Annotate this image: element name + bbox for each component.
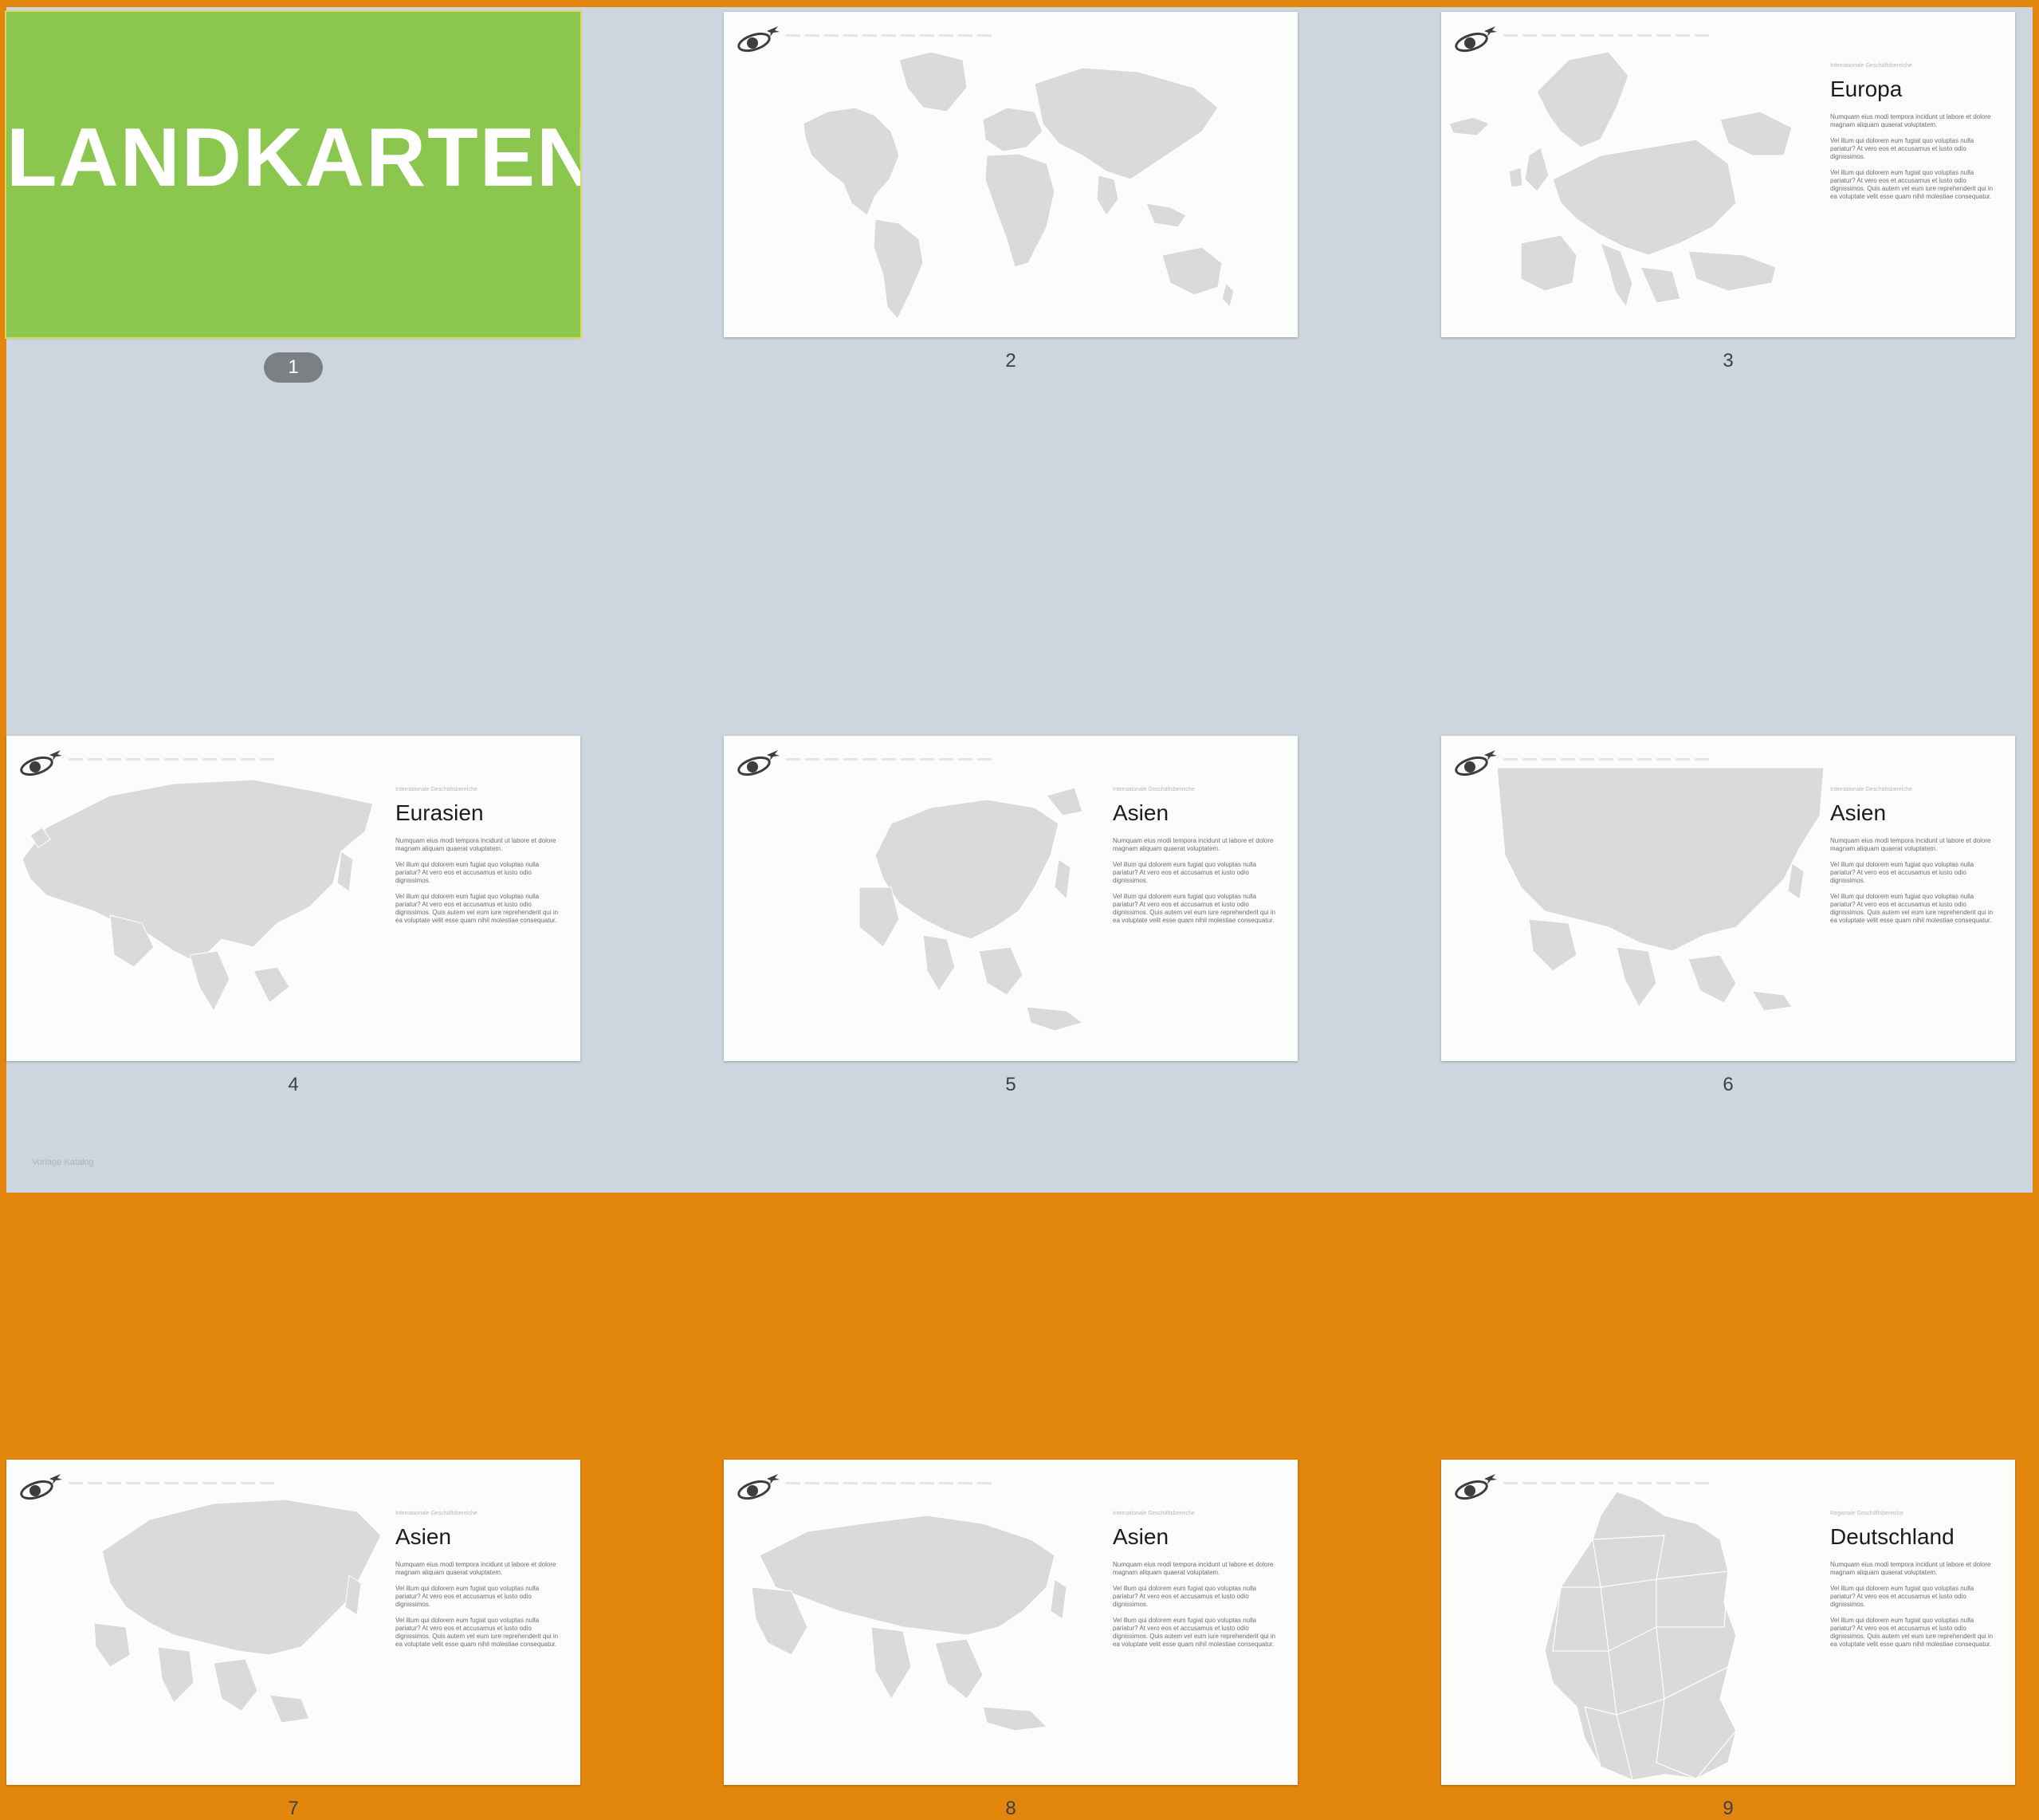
slide-text-block: Internationale Geschäftsbereiche Eurasie… — [395, 787, 559, 925]
slide-9[interactable]: Regionale Geschäftsbereiche Deutschland … — [1441, 1460, 2015, 1785]
slide-paragraph: Vel illum qui dolorem eum fugiat quo vol… — [395, 1617, 559, 1648]
eurasia-map — [14, 764, 389, 1027]
slide-thumbnail-4[interactable]: Internationale Geschäftsbereiche Eurasie… — [6, 736, 580, 1095]
slide-paragraph: Vel illum qui dolorem eum fugiat quo vol… — [1830, 893, 1994, 924]
slide-heading: Asien — [1113, 1524, 1169, 1549]
slide-6[interactable]: Internationale Geschäftsbereiche Asien N… — [1441, 736, 2015, 1061]
slide-number-7: 7 — [288, 1798, 299, 1819]
slide-kicker: Regionale Geschäftsbereiche — [1830, 1511, 1903, 1516]
asia-map-russia — [86, 1488, 389, 1759]
slide-header-line — [786, 1482, 993, 1484]
slide-4[interactable]: Internationale Geschäftsbereiche Eurasie… — [6, 736, 580, 1061]
slide-paragraph: Numquam eius modi tempora incidunt ut la… — [395, 1561, 556, 1576]
slide-paragraph: Vel illum qui dolorem eum fugiat quo vol… — [1113, 893, 1276, 924]
slide-heading: Deutschland — [1830, 1524, 1955, 1549]
slide-3[interactable]: Internationale Geschäftsbereiche Europa … — [1441, 12, 2015, 337]
slide-paragraph: Vel illum qui dolorem eum fugiat quo vol… — [1830, 169, 1994, 200]
slide-text-block: Internationale Geschäftsbereiche Asien N… — [1113, 1511, 1276, 1649]
slide-kicker: Internationale Geschäftsbereiche — [1830, 787, 1912, 792]
slide-header-line — [1503, 34, 1711, 37]
slide-paragraph: Numquam eius modi tempora incidunt ut la… — [1113, 1561, 1274, 1576]
slide-paragraph: Numquam eius modi tempora incidunt ut la… — [1830, 113, 1991, 128]
slide-paragraph: Vel illum qui dolorem eum fugiat quo vol… — [395, 893, 559, 924]
slide-number-6: 6 — [1723, 1074, 1734, 1095]
slide-paragraph: Numquam eius modi tempora incidunt ut la… — [1113, 837, 1274, 852]
slide-header-line — [69, 1482, 276, 1484]
slide-paragraph: Vel illum qui dolorem eum fugiat quo vol… — [1113, 861, 1257, 884]
germany-map — [1537, 1492, 1752, 1783]
slide-heading: Asien — [1113, 800, 1169, 825]
slide-text-block: Internationale Geschäftsbereiche Asien N… — [1830, 787, 1994, 925]
slide-header-line — [1503, 1482, 1711, 1484]
watermark-text: Vorlage Katalog — [32, 1158, 94, 1167]
slide-heading: Asien — [395, 1524, 452, 1549]
slide-5[interactable]: Internationale Geschäftsbereiche Asien N… — [724, 736, 1298, 1061]
slide-thumbnail-2[interactable]: 2 — [724, 12, 1298, 371]
asia-map-south — [744, 1492, 1106, 1755]
slide-thumbnail-9[interactable]: Regionale Geschäftsbereiche Deutschland … — [1441, 1460, 2015, 1819]
slide-number-3: 3 — [1723, 350, 1734, 371]
asia-map — [843, 768, 1106, 1055]
slide-paragraph: Vel illum qui dolorem eum fugiat quo vol… — [395, 861, 540, 884]
slide-paragraph: Vel illum qui dolorem eum fugiat quo vol… — [1830, 1617, 1994, 1648]
slide-paragraph: Numquam eius modi tempora incidunt ut la… — [395, 837, 556, 852]
globe-plane-icon — [1455, 1474, 1497, 1500]
slide-header-line — [1503, 758, 1711, 761]
slide-paragraph: Vel illum qui dolorem eum fugiat quo vol… — [1830, 861, 1974, 884]
slide-thumbnail-grid: LANDKARTEN 1 2 Internationale Geschäftsb… — [6, 12, 2015, 1819]
slide-kicker: Internationale Geschäftsbereiche — [1113, 787, 1195, 792]
slide-header-line — [786, 758, 993, 761]
slide-thumbnail-1[interactable]: LANDKARTEN 1 — [6, 12, 580, 383]
europe-map — [1441, 44, 1824, 337]
slide-heading: Asien — [1830, 800, 1887, 825]
title-slide[interactable]: LANDKARTEN — [6, 12, 580, 337]
slide-number-5: 5 — [1005, 1074, 1016, 1095]
slide-thumbnail-8[interactable]: Internationale Geschäftsbereiche Asien N… — [724, 1460, 1298, 1819]
slide-paragraph: Vel illum qui dolorem eum fugiat quo vol… — [1113, 1617, 1276, 1648]
slide-header-line — [69, 758, 276, 761]
globe-plane-icon — [737, 750, 780, 776]
slide-paragraph: Vel illum qui dolorem eum fugiat quo vol… — [1830, 137, 1974, 160]
slide-heading: Europa — [1830, 77, 1903, 101]
slide-paragraph: Numquam eius modi tempora incidunt ut la… — [1830, 1561, 1991, 1576]
slide-thumbnail-6[interactable]: Internationale Geschäftsbereiche Asien N… — [1441, 736, 2015, 1095]
slide-paragraph: Numquam eius modi tempora incidunt ut la… — [1830, 837, 1991, 852]
slide-kicker: Internationale Geschäftsbereiche — [1113, 1511, 1195, 1516]
slide-7[interactable]: Internationale Geschäftsbereiche Asien N… — [6, 1460, 580, 1785]
world-map — [780, 44, 1242, 327]
slide-text-block: Internationale Geschäftsbereiche Europa … — [1830, 63, 1994, 201]
slide-paragraph: Vel illum qui dolorem eum fugiat quo vol… — [395, 1585, 540, 1608]
globe-plane-icon — [20, 1474, 62, 1500]
slide-number-2: 2 — [1005, 350, 1016, 371]
slide-number-8: 8 — [1005, 1798, 1016, 1819]
globe-plane-icon — [1455, 750, 1497, 776]
slide-thumbnail-3[interactable]: Internationale Geschäftsbereiche Europa … — [1441, 12, 2015, 371]
slide-kicker: Internationale Geschäftsbereiche — [395, 787, 477, 792]
slide-heading: Eurasien — [395, 800, 484, 825]
slide-thumbnail-5[interactable]: Internationale Geschäftsbereiche Asien N… — [724, 736, 1298, 1095]
slide-text-block: Internationale Geschäftsbereiche Asien N… — [395, 1511, 559, 1649]
globe-plane-icon — [737, 26, 780, 53]
slide-2[interactable] — [724, 12, 1298, 337]
selected-slide-number: 1 — [264, 352, 323, 383]
slide-number-4: 4 — [288, 1074, 299, 1095]
slide-thumbnail-7[interactable]: Internationale Geschäftsbereiche Asien N… — [6, 1460, 580, 1819]
slide-paragraph: Vel illum qui dolorem eum fugiat quo vol… — [1830, 1585, 1974, 1608]
slide-text-block: Regionale Geschäftsbereiche Deutschland … — [1830, 1511, 1994, 1649]
slide-kicker: Internationale Geschäftsbereiche — [1830, 63, 1912, 69]
slide-number-9: 9 — [1723, 1798, 1734, 1819]
slide-text-block: Internationale Geschäftsbereiche Asien N… — [1113, 787, 1276, 925]
asia-map-wide — [1497, 768, 1824, 1047]
slide-header-line — [786, 34, 993, 37]
slide-8[interactable]: Internationale Geschäftsbereiche Asien N… — [724, 1460, 1298, 1785]
title-slide-text: LANDKARTEN — [6, 112, 580, 204]
slide-paragraph: Vel illum qui dolorem eum fugiat quo vol… — [1113, 1585, 1257, 1608]
slide-kicker: Internationale Geschäftsbereiche — [395, 1511, 477, 1516]
